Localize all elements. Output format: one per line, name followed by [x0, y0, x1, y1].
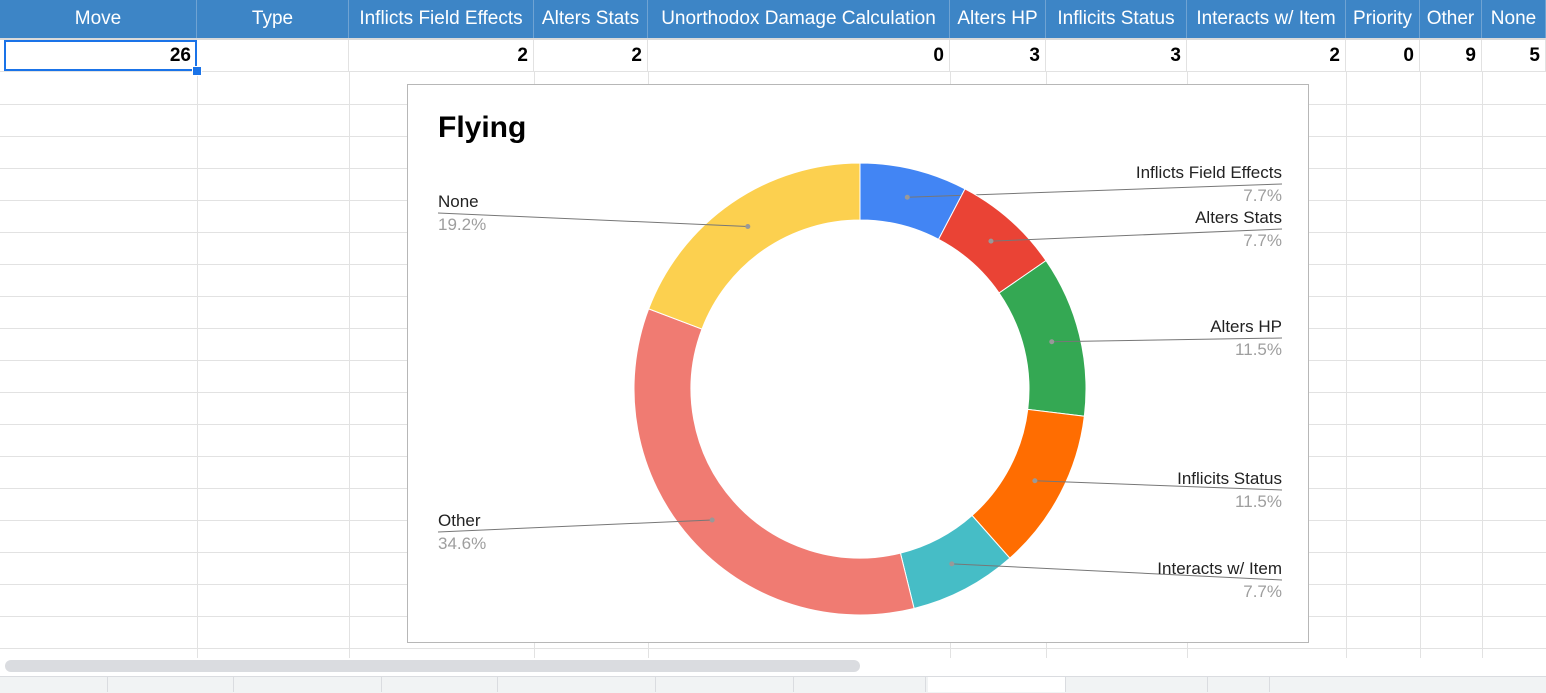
header-cell-alters-stats[interactable]: Alters Stats	[534, 0, 648, 38]
sheet-tab[interactable]	[108, 677, 234, 692]
slice-label-other: Other	[438, 511, 481, 530]
grid-column-line	[349, 72, 350, 660]
fill-handle[interactable]	[192, 66, 202, 76]
slice-label-inflicts-field-effects: Inflicts Field Effects	[1136, 163, 1282, 182]
leader-dot-inflicts-field-effects	[904, 194, 910, 200]
slice-none[interactable]	[648, 162, 861, 330]
cell-inflicits-status[interactable]: 3	[1046, 40, 1187, 72]
leader-dot-alters-stats	[988, 238, 994, 244]
sheet-tab-active[interactable]	[928, 677, 1066, 692]
slice-other[interactable]	[633, 308, 915, 616]
slice-percent-inflicts-field-effects: 7.7%	[1243, 186, 1282, 205]
leader-dot-none	[745, 223, 751, 229]
cell-other[interactable]: 9	[1420, 40, 1482, 72]
cell-none[interactable]: 5	[1482, 40, 1546, 72]
header-cell-other[interactable]: Other	[1420, 0, 1482, 38]
header-cell-move[interactable]: Move	[0, 0, 197, 38]
header-cell-inflicits-status[interactable]: Inflicits Status	[1046, 0, 1187, 38]
header-cell-alters-hp[interactable]: Alters HP	[950, 0, 1046, 38]
donut-chart-canvas: Inflicts Field Effects 7.7% Alters Stats 7.…	[437, 162, 1283, 616]
slice-label-alters-stats: Alters Stats	[1195, 208, 1282, 227]
sheet-tab[interactable]	[498, 677, 656, 692]
slice-label-none: None	[438, 192, 479, 211]
cell-inflicts-field-effects[interactable]: 2	[349, 40, 534, 72]
header-cell-inflicts-field-effects[interactable]: Inflicts Field Effects	[349, 0, 534, 38]
slice-percent-interacts-w-item: 7.7%	[1243, 582, 1282, 601]
leader-dot-alters-hp	[1049, 339, 1055, 345]
slice-label-interacts-w-item: Interacts w/ Item	[1157, 559, 1282, 578]
header-cell-none[interactable]: None	[1482, 0, 1546, 38]
grid-column-line	[1482, 72, 1483, 660]
header-cell-type[interactable]: Type	[197, 0, 349, 38]
slice-label-inflicits-status: Inflicits Status	[1177, 469, 1282, 488]
cell-alters-hp[interactable]: 3	[950, 40, 1046, 72]
pie-chart[interactable]: Flying Inflicts Field Effects 7.7% Alters …	[407, 84, 1309, 643]
cell-interacts-item[interactable]: 2	[1187, 40, 1346, 72]
grid-column-line	[1420, 72, 1421, 660]
slice-percent-alters-stats: 7.7%	[1243, 231, 1282, 250]
sheet-tab[interactable]	[382, 677, 498, 692]
header-cell-interacts-item[interactable]: Interacts w/ Item	[1187, 0, 1346, 38]
slice-alters-hp[interactable]	[998, 259, 1087, 417]
spreadsheet-grid[interactable]: Move Type Inflicts Field Effects Alters …	[0, 0, 1546, 660]
header-row: Move Type Inflicts Field Effects Alters …	[0, 0, 1546, 38]
sheet-tab[interactable]	[656, 677, 794, 692]
slice-label-alters-hp: Alters HP	[1210, 317, 1282, 336]
leader-dot-interacts-w-item	[949, 561, 955, 567]
cell-priority[interactable]: 0	[1346, 40, 1420, 72]
sheet-tab[interactable]	[1066, 677, 1208, 692]
cell-unorthodox-damage[interactable]: 0	[648, 40, 950, 72]
leader-dot-inflicits-status	[1032, 478, 1038, 484]
header-cell-priority[interactable]: Priority	[1346, 0, 1420, 38]
header-cell-unorthodox-damage[interactable]: Unorthodox Damage Calculation	[648, 0, 950, 38]
grid-column-line	[197, 72, 198, 660]
cell-type[interactable]	[197, 40, 349, 72]
slice-percent-alters-hp: 11.5%	[1235, 340, 1282, 359]
leader-dot-other	[709, 517, 715, 523]
slice-percent-inflicits-status: 11.5%	[1235, 492, 1282, 511]
grid-column-line	[1346, 72, 1347, 660]
selected-cell-outline	[4, 40, 197, 71]
leader-line-alters-stats	[990, 228, 1283, 242]
data-row: 26 2 2 0 3 3 2 0 9 5	[0, 40, 1546, 72]
slice-percent-none: 19.2%	[438, 215, 486, 234]
cell-alters-stats[interactable]: 2	[534, 40, 648, 72]
sheet-tab[interactable]	[234, 677, 382, 692]
sheet-tab[interactable]	[0, 677, 108, 692]
horizontal-scrollbar[interactable]	[5, 660, 860, 672]
grid-row-line	[0, 648, 1546, 649]
slice-percent-other: 34.6%	[438, 534, 486, 553]
sheet-tab[interactable]	[1208, 677, 1270, 692]
sheet-tab[interactable]	[794, 677, 926, 692]
